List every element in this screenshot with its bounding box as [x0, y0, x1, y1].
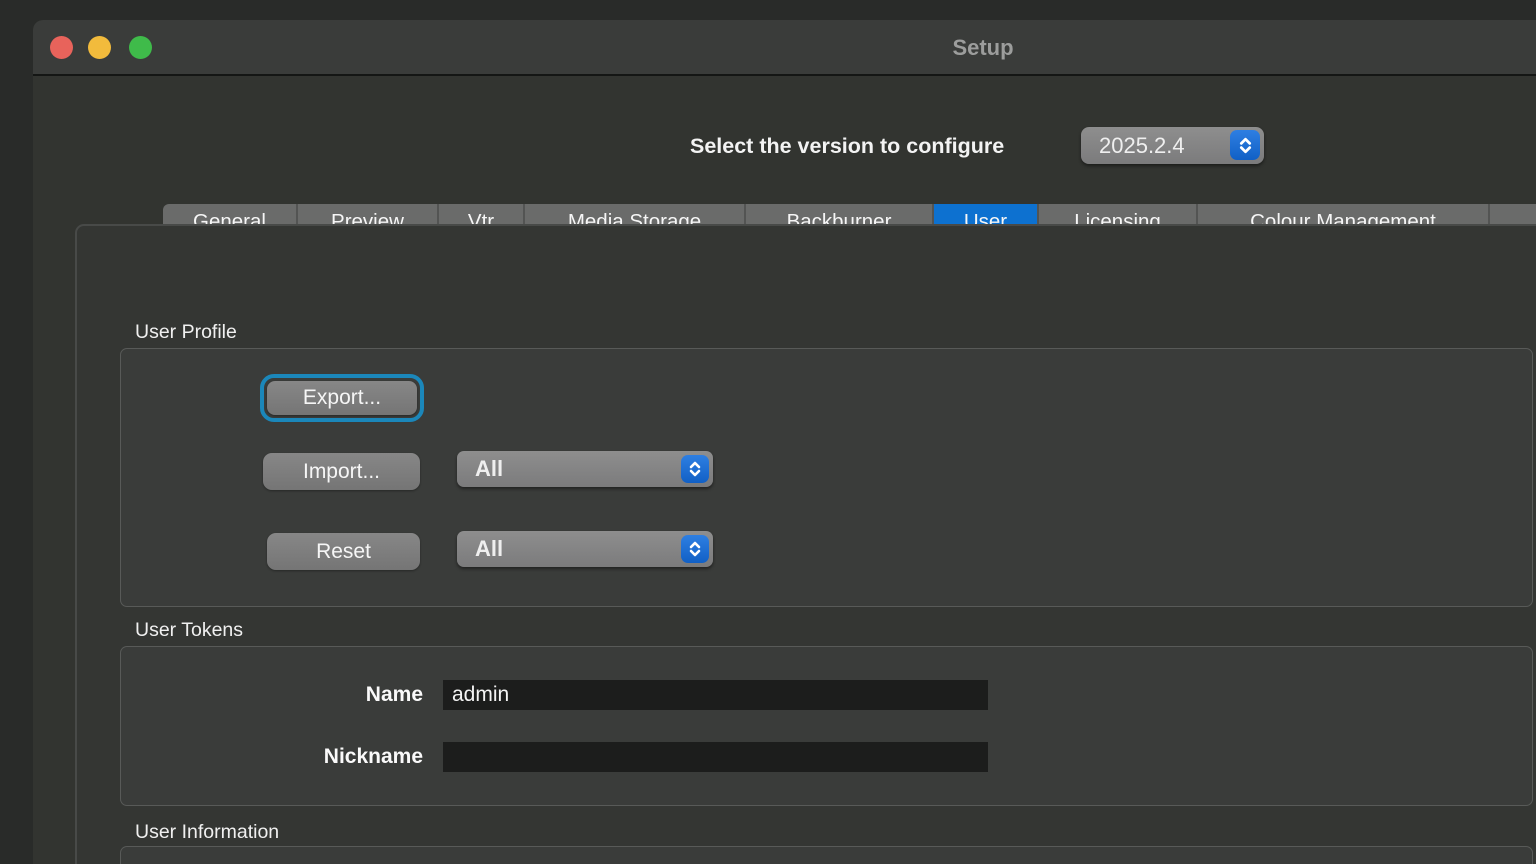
user-information-group-box — [120, 846, 1533, 864]
reset-scope-select[interactable]: All — [457, 531, 713, 567]
name-input[interactable] — [443, 680, 988, 710]
user-tokens-section-label: User Tokens — [135, 619, 243, 642]
version-select[interactable]: 2025.2.4 — [1081, 127, 1264, 164]
nickname-field-label: Nickname — [253, 745, 423, 769]
reset-scope-value: All — [475, 531, 503, 567]
window-title: Setup — [952, 35, 1013, 61]
close-window-button[interactable] — [50, 36, 73, 59]
export-button[interactable]: Export... — [267, 381, 417, 415]
desktop: { "window": { "title": "Setup" }, "versi… — [0, 0, 1536, 864]
zoom-window-button[interactable] — [129, 36, 152, 59]
reset-button[interactable]: Reset — [267, 533, 420, 570]
chevron-up-down-icon — [681, 455, 709, 483]
titlebar: Setup — [33, 20, 1536, 76]
user-tokens-group-box — [120, 646, 1533, 806]
import-scope-value: All — [475, 451, 503, 487]
version-selector-label: Select the version to configure — [690, 134, 1004, 159]
name-field-label: Name — [253, 683, 423, 707]
chevron-up-down-icon — [681, 535, 709, 563]
export-button-focus-ring: Export... — [260, 374, 424, 422]
setup-window: Setup Select the version to configure 20… — [33, 20, 1536, 864]
nickname-input[interactable] — [443, 742, 988, 772]
user-profile-section-label: User Profile — [135, 321, 237, 344]
import-scope-select[interactable]: All — [457, 451, 713, 487]
user-information-section-label: User Information — [135, 821, 279, 844]
chevron-up-down-icon — [1230, 130, 1260, 160]
minimize-window-button[interactable] — [88, 36, 111, 59]
version-select-value: 2025.2.4 — [1099, 127, 1185, 164]
import-button[interactable]: Import... — [263, 453, 420, 490]
